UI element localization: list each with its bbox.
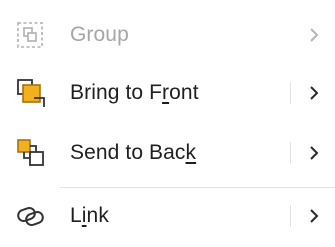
menu-item-group[interactable]: Group bbox=[0, 9, 335, 61]
send-to-back-icon bbox=[14, 138, 48, 168]
chevron-right-icon[interactable] bbox=[307, 84, 321, 102]
menu-item-label: Link bbox=[70, 204, 109, 227]
submenu-separator bbox=[290, 205, 291, 227]
link-icon bbox=[14, 201, 48, 231]
menu-item-label: Group bbox=[70, 23, 129, 46]
menu-item-send-to-back[interactable]: Send to Back bbox=[0, 127, 335, 179]
menu-item-label: Bring to Front bbox=[70, 81, 199, 104]
chevron-right-icon bbox=[307, 26, 321, 44]
menu-item-bring-to-front[interactable]: Bring to Front bbox=[0, 67, 335, 119]
chevron-right-icon[interactable] bbox=[307, 207, 321, 225]
menu-item-label: Send to Back bbox=[70, 141, 197, 164]
chevron-right-icon[interactable] bbox=[307, 144, 321, 162]
menu-divider bbox=[60, 187, 335, 188]
group-icon bbox=[14, 20, 48, 50]
submenu-separator bbox=[290, 142, 291, 164]
menu-item-link[interactable]: Link bbox=[0, 190, 335, 242]
context-menu: Group Bring to Front Send to Back Link bbox=[0, 0, 335, 247]
bring-to-front-icon bbox=[14, 78, 48, 108]
submenu-separator bbox=[290, 82, 291, 104]
